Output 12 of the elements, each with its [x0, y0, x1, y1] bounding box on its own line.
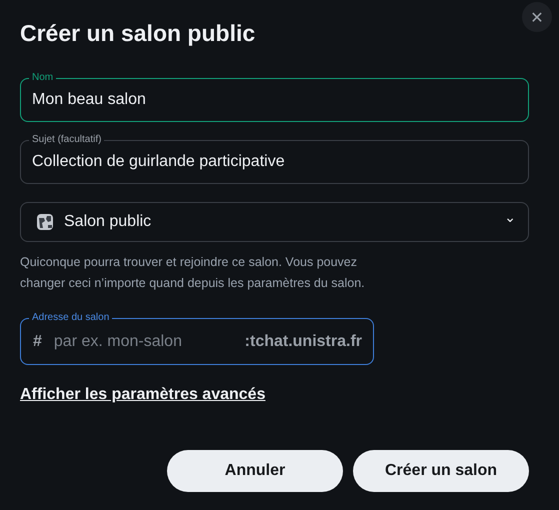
create-button[interactable]: Créer un salon [353, 450, 529, 492]
advanced-settings-link[interactable]: Afficher les paramètres avancés [20, 386, 266, 404]
cancel-button[interactable]: Annuler [167, 450, 343, 492]
description-text: Quiconque pourra trouver et rejoindre ce salon. Vous pouvez changer ceci n’importe quand depuis les paramètres du salon. [20, 254, 366, 292]
server-suffix: :tchat.unistra.fr [244, 332, 362, 350]
hash-prefix: # [33, 332, 42, 350]
dialog-title: Créer un salon public [20, 20, 256, 47]
visibility-dropdown[interactable]: Salon public ⌄ [20, 202, 529, 242]
caret-icon: ⌄ [504, 210, 516, 226]
close-button[interactable]: ✕ [522, 2, 552, 32]
field-label: Sujet (facultatif) [29, 133, 104, 147]
placeholder-text: par ex. mon-salon [54, 332, 183, 350]
